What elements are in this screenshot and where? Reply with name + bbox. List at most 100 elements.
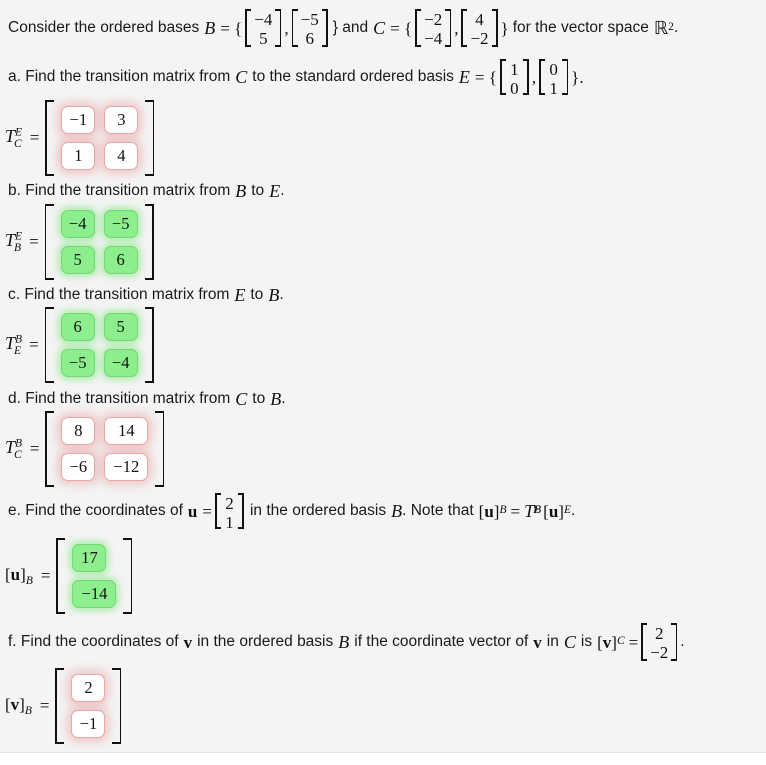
- bracket-right: [144, 307, 154, 383]
- part-b-prompt: b. Find the transition matrix from B to …: [8, 181, 285, 201]
- part-e-note-T-subscript: E: [533, 504, 541, 517]
- answer-input-b-11[interactable]: −4: [60, 210, 95, 238]
- answer-input-d-21[interactable]: −6: [61, 453, 96, 481]
- part-b-answer-label: TEB: [5, 230, 22, 254]
- bracket-left: [55, 668, 65, 744]
- part-e-given-vector: 2 1: [214, 493, 244, 532]
- part-a-answer: TEC = −1 3 1 4: [5, 100, 155, 176]
- equals-sign: =: [29, 335, 39, 354]
- part-e-prompt-middle: in the ordered basis: [249, 502, 387, 520]
- bracket-right: [671, 623, 678, 661]
- answer-input-e-1[interactable]: 17: [72, 544, 107, 572]
- intro-text-after: for the vector space: [512, 19, 649, 37]
- part-c-prompt-suffix: .: [279, 286, 284, 304]
- answer-row: 2: [71, 674, 106, 702]
- part-a-answer-label: TEC: [5, 126, 22, 149]
- answer-input-f-1[interactable]: 2: [71, 674, 106, 702]
- bracket-right: [123, 538, 133, 614]
- vector-entry-top: 4: [475, 10, 484, 29]
- answer-input-d-12[interactable]: 14: [104, 417, 149, 445]
- transition-matrix-subscript: B: [14, 241, 22, 254]
- coord-vector-v: v: [10, 694, 20, 714]
- bracket-left: [44, 307, 54, 383]
- standard-basis-vector-1: 1 0: [499, 59, 529, 99]
- answer-row: −4 −5: [60, 210, 138, 238]
- answer-input-b-12[interactable]: −5: [103, 210, 138, 238]
- answer-row: 8 14: [61, 417, 149, 445]
- answer-input-c-22[interactable]: −4: [103, 349, 138, 377]
- bracket-right: [491, 9, 498, 47]
- vector-cells: 1 0: [506, 59, 523, 99]
- part-f-basis-symbol-2: C: [563, 632, 576, 652]
- part-f-given-vector: 2 −2: [641, 623, 678, 663]
- part-c-prompt-middle: to: [250, 286, 264, 304]
- part-f-answer-label: [v]B: [5, 695, 32, 717]
- intro-close-and: } and: [332, 19, 369, 37]
- answer-grid: 8 14 −6 −12: [54, 411, 155, 487]
- part-c-prompt: c. Find the transition matrix from E to …: [8, 285, 284, 305]
- equals-sign: =: [29, 232, 39, 251]
- part-c-to-symbol: B: [268, 285, 280, 305]
- answer-input-a-22[interactable]: 4: [104, 142, 139, 170]
- part-a-equals-open: = {: [474, 67, 497, 87]
- vector-entry-bottom: −2: [650, 643, 669, 663]
- part-f-given-subscript: C: [616, 635, 625, 648]
- answer-input-d-22[interactable]: −12: [104, 453, 149, 481]
- intro-text-before: Consider the ordered bases: [8, 19, 200, 37]
- part-e-note-lhs-subscript: B: [499, 504, 507, 517]
- vector-entry-bottom: −2: [470, 29, 489, 49]
- intro-comma-2: ,: [454, 18, 459, 38]
- bracket-left: [44, 204, 54, 280]
- part-a-prompt: a. Find the transition matrix from C to …: [8, 58, 584, 99]
- part-d-from-symbol: C: [235, 389, 248, 409]
- answer-input-f-2[interactable]: −1: [71, 710, 106, 738]
- basis-C-symbol: C: [373, 18, 386, 38]
- answer-input-a-11[interactable]: −1: [61, 106, 96, 134]
- part-c-from-symbol: E: [234, 285, 246, 305]
- part-e-vector-u: u: [187, 501, 198, 521]
- vector-entry-bottom: −4: [424, 29, 443, 49]
- part-a-from-symbol: C: [235, 67, 248, 87]
- part-f-prompt: f. Find the coordinates of v in the orde…: [8, 622, 685, 662]
- bracket-left: [245, 9, 252, 47]
- part-d-answer-label: TBC: [5, 437, 22, 460]
- vector-entry-top: 0: [549, 60, 558, 79]
- transition-matrix-subscript: C: [14, 448, 22, 461]
- intro-equals-open-2: = {: [390, 18, 413, 38]
- part-f-given-equals: =: [628, 632, 639, 652]
- answer-grid: −1 3 1 4: [54, 100, 145, 176]
- vector-entry-bottom: 0: [510, 79, 519, 99]
- part-e-prompt: e. Find the coordinates of u = 2 1 in th…: [8, 492, 575, 532]
- standard-basis-vector-2: 0 1: [539, 59, 569, 98]
- part-d-prompt: d. Find the transition matrix from C to …: [8, 389, 286, 409]
- answer-input-e-2[interactable]: −14: [72, 580, 117, 608]
- bracket-left: [461, 9, 468, 47]
- answer-input-b-22[interactable]: 6: [103, 246, 138, 274]
- answer-input-c-12[interactable]: 5: [103, 313, 138, 341]
- answer-input-b-21[interactable]: 5: [60, 246, 95, 274]
- part-d-prompt-prefix: d. Find the transition matrix from: [8, 390, 231, 408]
- bracket-left: [641, 623, 648, 661]
- bracket-left: [45, 411, 55, 487]
- answer-row: 1 4: [61, 142, 139, 170]
- intro-period: .: [673, 19, 679, 37]
- part-f-prompt-suffix: .: [680, 633, 685, 651]
- bracket-right: [445, 9, 452, 47]
- coord-vector-u: u: [10, 564, 21, 584]
- answer-input-c-11[interactable]: 6: [60, 313, 95, 341]
- answer-input-a-21[interactable]: 1: [61, 142, 96, 170]
- part-f-vector-v-2: v: [533, 632, 542, 652]
- part-b-answer: TEB = −4 −5 5 6: [5, 204, 154, 280]
- answer-input-c-21[interactable]: −5: [60, 349, 95, 377]
- basis-B-vector-1: −4 5: [245, 9, 282, 48]
- vector-entry-top: −4: [254, 10, 273, 29]
- part-a-to-symbol: E: [458, 67, 470, 87]
- page-bottom-divider: [0, 752, 766, 765]
- vector-cells: −5 6: [298, 9, 322, 49]
- part-c-answer-label: TBE: [5, 333, 22, 356]
- vector-entry-bottom: 6: [305, 29, 314, 49]
- bracket-left: [214, 493, 221, 529]
- bracket-left: [56, 538, 66, 614]
- answer-input-a-12[interactable]: 3: [104, 106, 139, 134]
- answer-input-d-11[interactable]: 8: [61, 417, 96, 445]
